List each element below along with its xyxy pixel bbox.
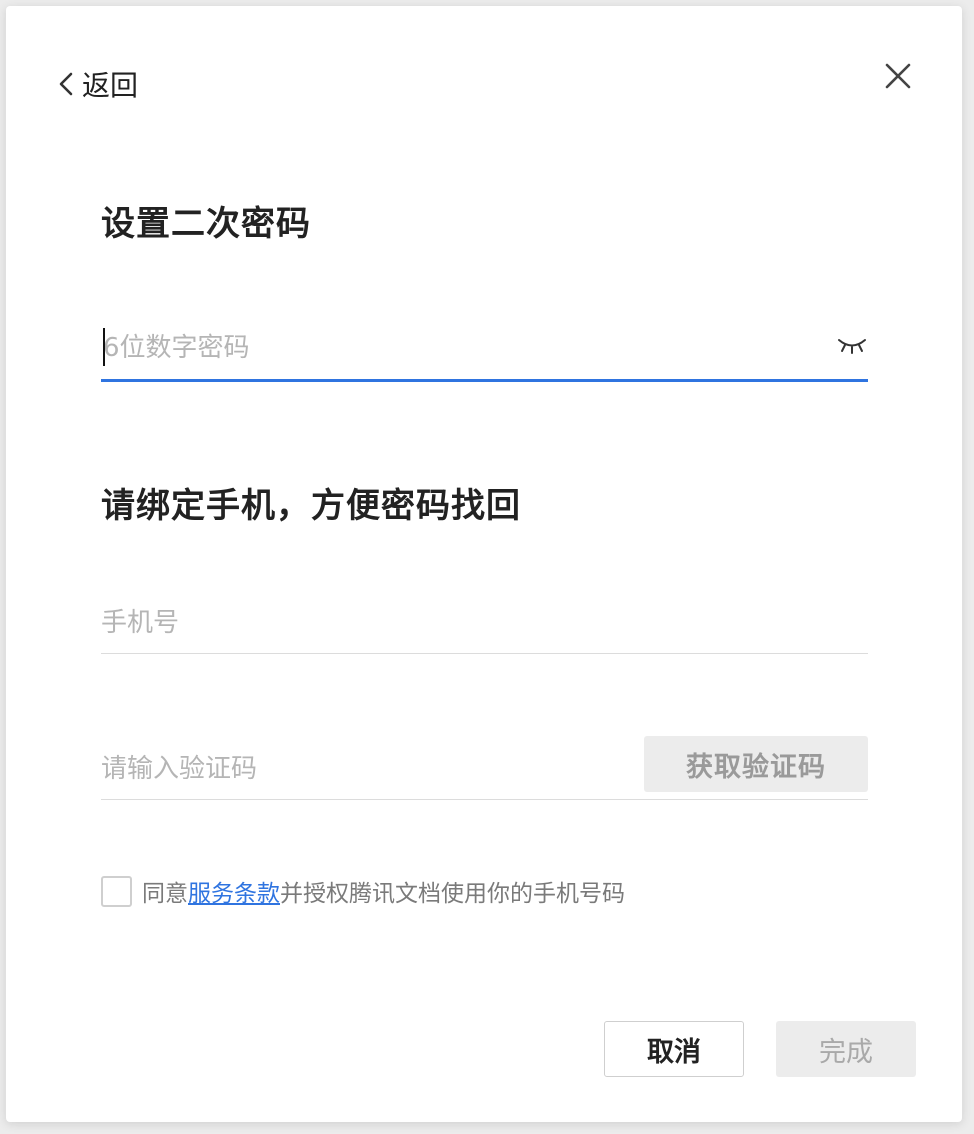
phone-input[interactable] <box>101 600 868 646</box>
eye-closed-icon[interactable] <box>836 334 868 356</box>
get-code-button[interactable]: 获取验证码 <box>644 736 868 792</box>
agreement-checkbox[interactable] <box>101 875 132 907</box>
password-section-title: 设置二次密码 <box>101 204 311 244</box>
agreement-prefix: 同意 <box>142 881 188 907</box>
password-field <box>101 320 868 382</box>
chevron-left-icon <box>58 71 74 97</box>
text-caret <box>103 328 105 366</box>
close-icon <box>880 58 916 94</box>
phone-section-title: 请绑定手机，方便密码找回 <box>101 486 521 526</box>
verification-code-field: 获取验证码 <box>101 736 868 800</box>
verification-code-input[interactable] <box>101 746 621 792</box>
phone-field <box>101 596 868 654</box>
set-secondary-password-dialog: 返回 设置二次密码 请绑定手机，方便密码找回 获取验证码 <box>6 6 962 1122</box>
agreement-row: 同意 服务条款 并授权腾讯文档使用你的手机号码 <box>101 874 625 908</box>
done-button[interactable]: 完成 <box>776 1021 916 1077</box>
password-input[interactable] <box>101 325 801 371</box>
cancel-button[interactable]: 取消 <box>604 1021 744 1077</box>
agreement-suffix: 并授权腾讯文档使用你的手机号码 <box>280 881 625 907</box>
back-button[interactable]: 返回 <box>58 64 138 104</box>
terms-of-service-link[interactable]: 服务条款 <box>188 874 280 908</box>
back-label: 返回 <box>82 69 139 102</box>
close-button[interactable] <box>880 58 916 94</box>
